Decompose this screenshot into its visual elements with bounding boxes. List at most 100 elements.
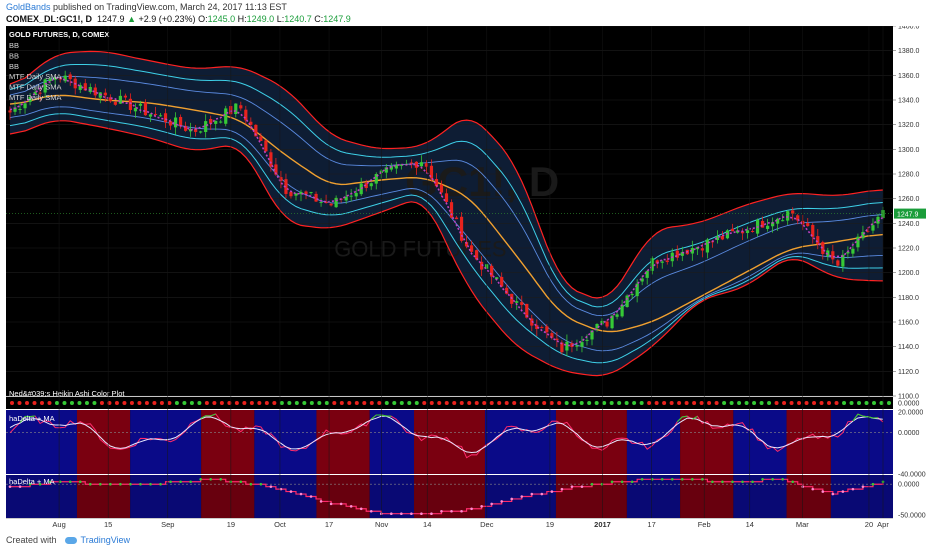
price-chart[interactable]: GC1!, D GOLD FUTURES 1247.9 1100.0 1120.0 114… [0, 26, 932, 530]
heikin-color-dot [857, 401, 862, 405]
candle-body [113, 101, 117, 105]
y-tick-label: 1400.0 [898, 26, 920, 31]
heikin-color-dot [257, 401, 262, 405]
hadelta2-dot [540, 492, 544, 496]
heikin-color-dot [377, 401, 382, 405]
heikin-color-dot [32, 401, 37, 405]
hadelta2-dot [179, 480, 182, 484]
candle-body [143, 102, 148, 116]
hadelta2-dot [319, 500, 323, 503]
hadelta-regime-block [680, 410, 734, 474]
heikin-color-dot [452, 401, 457, 405]
hadelta2-dot [691, 478, 694, 481]
heikin-color-dot [677, 401, 682, 405]
hadelta2-dot [239, 480, 243, 484]
author-link[interactable]: GoldBands [6, 2, 51, 12]
heikin-color-dot [152, 401, 157, 405]
heikin-color-dot [399, 401, 404, 405]
hadelta2-dot [811, 487, 815, 491]
heikin-color-dot [84, 401, 89, 405]
hadelta2-dot [520, 495, 524, 498]
heikin-color-dot [182, 401, 187, 405]
hadelta2-dot [831, 492, 835, 496]
heikin-color-dot [317, 401, 322, 405]
close-value: 1247.9 [323, 14, 351, 24]
price-legend-item: MTF Daily SMA [9, 83, 62, 92]
hadelta2-dot [169, 480, 172, 484]
hadelta2-dot [329, 502, 333, 506]
hadelta2-dot [600, 482, 604, 486]
y-tick-label: 1280.0 [898, 172, 920, 179]
hadelta2-dot [670, 478, 674, 481]
hadelta-peak-segment [682, 415, 688, 418]
hadelta2-dot [309, 495, 313, 498]
x-tick-label: Aug [52, 520, 65, 529]
low-value: 1240.7 [284, 14, 312, 24]
watermark-ticker: GC1!, D [405, 158, 559, 205]
candle-body [224, 108, 228, 124]
heikin-color-dot [407, 401, 412, 405]
heikin-color-dot [647, 401, 652, 405]
y-tick-label: 1260.0 [898, 196, 920, 203]
heikin-color-dot [197, 401, 202, 405]
candle-body [585, 339, 589, 341]
candle-body [173, 117, 178, 128]
x-tick-label: 17 [647, 520, 655, 529]
hadelta-pane-title: haDelta + MA [9, 414, 55, 423]
published-text: published on TradingView.com, March 24, … [53, 2, 287, 12]
heikin-color-dot [242, 401, 247, 405]
heikin-color-dot [444, 401, 449, 405]
hadelta2-dot [640, 478, 644, 481]
hadelta2-dot [129, 482, 132, 486]
heikin-color-dot [827, 401, 832, 405]
heikin-color-dot [392, 401, 397, 405]
heikin-color-dot [587, 401, 592, 405]
tradingview-link[interactable]: TradingView [81, 535, 131, 545]
candle-body [459, 216, 464, 241]
heikin-color-dot [692, 401, 697, 405]
hadelta2-dot [751, 480, 754, 484]
heikin-color-dot [159, 401, 164, 405]
heikin-color-dot [474, 401, 479, 405]
heikin-color-dot [437, 401, 442, 405]
hadelta2-dot [630, 480, 634, 484]
hadelta2-dot [219, 478, 223, 481]
hadelta2-dot [78, 480, 82, 484]
heikin-color-dot [519, 401, 524, 405]
last-price-label: 1247.9 [897, 212, 919, 219]
candle-body [204, 121, 208, 133]
candle-body [439, 184, 444, 193]
heikin-color-dot [99, 401, 104, 405]
y-tick-label: 1340.0 [898, 98, 920, 105]
hadelta2-dot [580, 485, 584, 488]
heikin-color-dot [467, 401, 472, 405]
watermark-name: GOLD FUTURES [334, 237, 506, 262]
high-value: 1249.0 [246, 14, 275, 24]
y-tick-label: 1120.0 [898, 369, 919, 376]
heikin-color-dot [639, 401, 644, 405]
heikin-color-dot [527, 401, 532, 405]
candle-body [645, 271, 649, 278]
hadelta2-dot [99, 482, 102, 486]
heikin-color-dot [489, 401, 494, 405]
price-legend-item: BB [9, 51, 19, 60]
heikin-color-dot [774, 401, 779, 405]
candle-body [289, 191, 293, 197]
x-tick-label: 20 [865, 520, 873, 529]
hadelta2-dot [610, 480, 614, 484]
heikin-color-dot [137, 401, 142, 405]
candle-body [520, 302, 524, 305]
candle-body [148, 114, 153, 117]
hadelta2-dot [550, 490, 554, 493]
heikin-color-dot [722, 401, 727, 405]
hadelta2-dot [430, 512, 433, 515]
heikin-color-dot [744, 401, 749, 405]
x-tick-label: 19 [546, 520, 554, 529]
heikin-color-dot [324, 401, 329, 405]
heikin-color-dot [534, 401, 539, 405]
hadelta2-dot [390, 512, 393, 515]
candle-body [153, 113, 158, 115]
hadelta2-dot [119, 482, 122, 486]
hadelta-peak-segment [862, 415, 869, 418]
candle-body [660, 261, 664, 263]
